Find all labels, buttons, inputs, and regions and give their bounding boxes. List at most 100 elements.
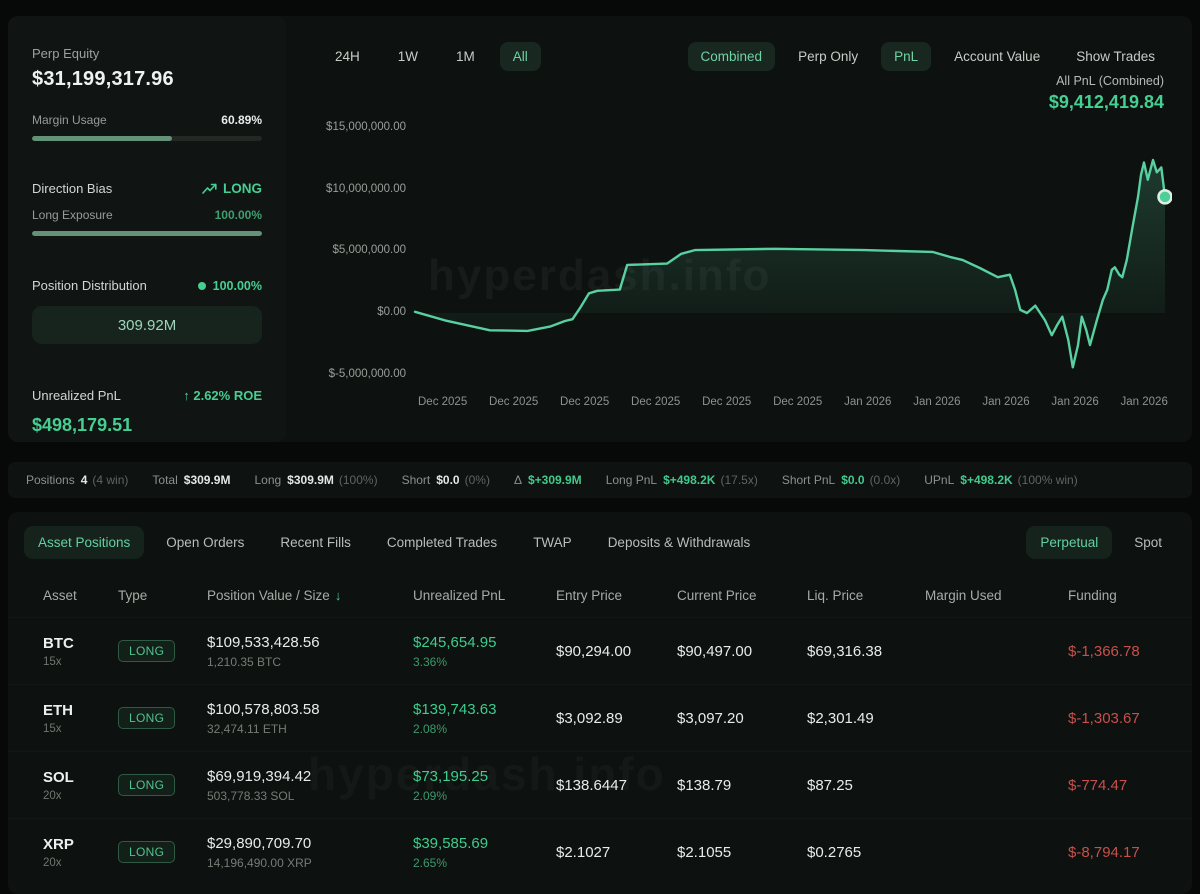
all-pnl-label: All PnL (Combined) [1049, 74, 1164, 88]
unrealized-pnl-value: $498,179.51 [32, 415, 262, 436]
table-row-sol[interactable]: SOL20xLONG$69,919,394.42503,778.33 SOL$7… [8, 751, 1192, 818]
leverage: 15x [43, 656, 118, 668]
entry-price: $2.1027 [556, 844, 677, 861]
liq-price: $0.2765 [807, 844, 925, 861]
y-tick: $15,000,000.00 [326, 121, 406, 133]
current-price: $3,097.20 [677, 710, 807, 727]
table-row-xrp[interactable]: XRP20xLONG$29,890,709.7014,196,490.00 XR… [8, 818, 1192, 885]
asset-symbol: BTC [43, 635, 118, 652]
tab-open-orders[interactable]: Open Orders [152, 526, 258, 559]
chart-button-show-trades[interactable]: Show Trades [1063, 42, 1168, 71]
all-pnl-value: $9,412,419.84 [1049, 92, 1164, 113]
x-tick: Dec 2025 [631, 396, 680, 408]
x-tick: Jan 2026 [844, 396, 891, 408]
funding: $-1,303.67 [1068, 710, 1168, 727]
liq-price: $69,316.38 [807, 643, 925, 660]
position-distribution-bucket[interactable]: 309.92M [32, 306, 262, 344]
pnl-chart[interactable] [412, 115, 1172, 400]
portfolio-overview-card: Perp Equity $31,199,317.96 Margin Usage … [8, 16, 1192, 442]
chart-endpoint-marker [1159, 190, 1172, 203]
range-button-1m[interactable]: 1M [443, 42, 488, 71]
unrealized-pnl-pct: 2.09% [413, 789, 556, 803]
summary-positions: Positions4(4 win) [26, 473, 128, 487]
long-exposure-label: Long Exposure [32, 208, 113, 222]
col-header-asset[interactable]: Asset [43, 588, 118, 603]
col-header-unrealized-pnl[interactable]: Unrealized PnL [413, 588, 556, 603]
position-distribution-label: Position Distribution [32, 278, 147, 293]
tab-twap[interactable]: TWAP [519, 526, 586, 559]
table-row-eth[interactable]: ETH15xLONG$100,578,803.5832,474.11 ETH$1… [8, 684, 1192, 751]
y-tick: $10,000,000.00 [326, 183, 406, 195]
col-header-liq-price[interactable]: Liq. Price [807, 588, 925, 603]
trend-up-icon [202, 183, 218, 195]
type-badge: LONG [118, 640, 175, 662]
unrealized-pnl-roe: ↑ 2.62% ROE [183, 388, 262, 403]
x-tick: Jan 2026 [913, 396, 960, 408]
chart-button-combined[interactable]: Combined [688, 42, 776, 71]
x-tick: Dec 2025 [560, 396, 609, 408]
sort-desc-icon: ↓ [335, 588, 342, 603]
asset-symbol: XRP [43, 836, 118, 853]
position-value: $69,919,394.42 [207, 768, 413, 785]
table-header-row: AssetTypePosition Value / Size↓Unrealize… [8, 573, 1192, 617]
tab-recent-fills[interactable]: Recent Fills [266, 526, 365, 559]
funding: $-1,366.78 [1068, 643, 1168, 660]
type-badge: LONG [118, 774, 175, 796]
tab-asset-positions[interactable]: Asset Positions [24, 526, 144, 559]
margin-usage-value: 60.89% [221, 113, 262, 127]
direction-bias-label: Direction Bias [32, 181, 112, 196]
chart-x-axis: Dec 2025Dec 2025Dec 2025Dec 2025Dec 2025… [418, 396, 1168, 408]
chart-button-pnl[interactable]: PnL [881, 42, 931, 71]
x-tick: Dec 2025 [702, 396, 751, 408]
perp-equity-label: Perp Equity [32, 46, 262, 61]
chart-y-axis: $15,000,000.00 $10,000,000.00 $5,000,000.0… [308, 16, 406, 442]
distribution-dot-icon [198, 282, 206, 290]
summary-long-pnl: Long PnL$+498.2K(17.5x) [606, 473, 758, 487]
col-header-position-value-size[interactable]: Position Value / Size↓ [207, 588, 413, 603]
liq-price: $2,301.49 [807, 710, 925, 727]
leverage: 20x [43, 857, 118, 869]
col-header-margin-used[interactable]: Margin Used [925, 588, 1068, 603]
current-price: $90,497.00 [677, 643, 807, 660]
col-header-type[interactable]: Type [118, 588, 207, 603]
summary-long: Long$309.9M(100%) [254, 473, 377, 487]
type-badge: LONG [118, 841, 175, 863]
position-size: 1,210.35 BTC [207, 655, 413, 669]
stats-panel: Perp Equity $31,199,317.96 Margin Usage … [8, 16, 286, 442]
funding: $-8,794.17 [1068, 844, 1168, 861]
long-exposure-bar [32, 231, 262, 236]
col-header-entry-price[interactable]: Entry Price [556, 588, 677, 603]
tabs-row: Asset PositionsOpen OrdersRecent FillsCo… [8, 512, 1192, 559]
chart-button-account-value[interactable]: Account Value [941, 42, 1053, 71]
summary-short-pnl: Short PnL$0.0(0.0x) [782, 473, 900, 487]
unrealized-pnl-pct: 2.08% [413, 722, 556, 736]
positions-card: Asset PositionsOpen OrdersRecent FillsCo… [8, 512, 1192, 894]
toggle-spot[interactable]: Spot [1120, 526, 1176, 559]
table-row-btc[interactable]: BTC15xLONG$109,533,428.561,210.35 BTC$24… [8, 617, 1192, 684]
range-button-all[interactable]: All [500, 42, 541, 71]
asset-symbol: ETH [43, 702, 118, 719]
y-tick: $5,000,000.00 [332, 244, 406, 256]
position-distribution-value: 100.00% [213, 279, 262, 293]
entry-price: $3,092.89 [556, 710, 677, 727]
unrealized-pnl: $39,585.69 [413, 835, 556, 852]
chart-button-perp-only[interactable]: Perp Only [785, 42, 871, 71]
unrealized-pnl: $73,195.25 [413, 768, 556, 785]
asset-symbol: SOL [43, 769, 118, 786]
col-header-current-price[interactable]: Current Price [677, 588, 807, 603]
position-value: $109,533,428.56 [207, 634, 413, 651]
tab-completed-trades[interactable]: Completed Trades [373, 526, 511, 559]
unrealized-pnl-label: Unrealized PnL [32, 388, 121, 403]
toggle-perpetual[interactable]: Perpetual [1026, 526, 1112, 559]
col-header-funding[interactable]: Funding [1068, 588, 1168, 603]
entry-price: $90,294.00 [556, 643, 677, 660]
summary--: Δ$+309.9M [514, 473, 582, 487]
margin-usage-label: Margin Usage [32, 113, 107, 127]
funding: $-774.47 [1068, 777, 1168, 794]
unrealized-pnl: $139,743.63 [413, 701, 556, 718]
positions-table: AssetTypePosition Value / Size↓Unrealize… [8, 573, 1192, 885]
chart-mode-group: Combined Perp Only PnL Account Value Show Tr… [688, 42, 1168, 71]
leverage: 20x [43, 790, 118, 802]
position-value: $29,890,709.70 [207, 835, 413, 852]
tab-deposits-withdrawals[interactable]: Deposits & Withdrawals [594, 526, 765, 559]
